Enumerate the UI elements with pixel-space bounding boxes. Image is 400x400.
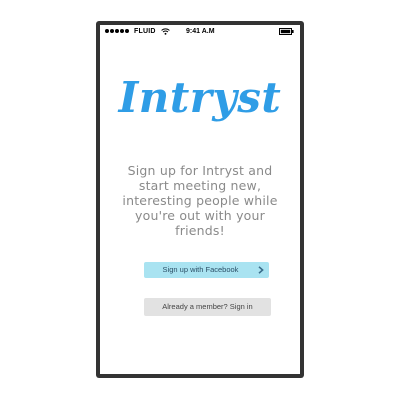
- status-bar: FLUID 9:41 A.M: [100, 25, 300, 39]
- phone-screen: FLUID 9:41 A.M Intryst Sign up for Intry…: [100, 25, 300, 374]
- signal-strength-icon: [105, 29, 129, 33]
- canvas: FLUID 9:41 A.M Intryst Sign up for Intry…: [0, 0, 400, 400]
- wifi-icon: [161, 28, 170, 35]
- phone-frame: FLUID 9:41 A.M Intryst Sign up for Intry…: [96, 21, 304, 378]
- battery-icon: [279, 28, 294, 35]
- app-logo: Intryst: [118, 73, 282, 122]
- status-time: 9:41 A.M: [186, 28, 215, 35]
- signup-tagline: Sign up for Intryst and start meeting ne…: [122, 163, 278, 238]
- chevron-right-icon: [258, 266, 264, 274]
- facebook-signup-button[interactable]: Sign up with Facebook: [144, 262, 269, 278]
- carrier-name: FLUID: [134, 28, 156, 35]
- signin-button[interactable]: Already a member? Sign in: [144, 298, 271, 316]
- facebook-signup-label: Sign up with Facebook: [162, 265, 239, 274]
